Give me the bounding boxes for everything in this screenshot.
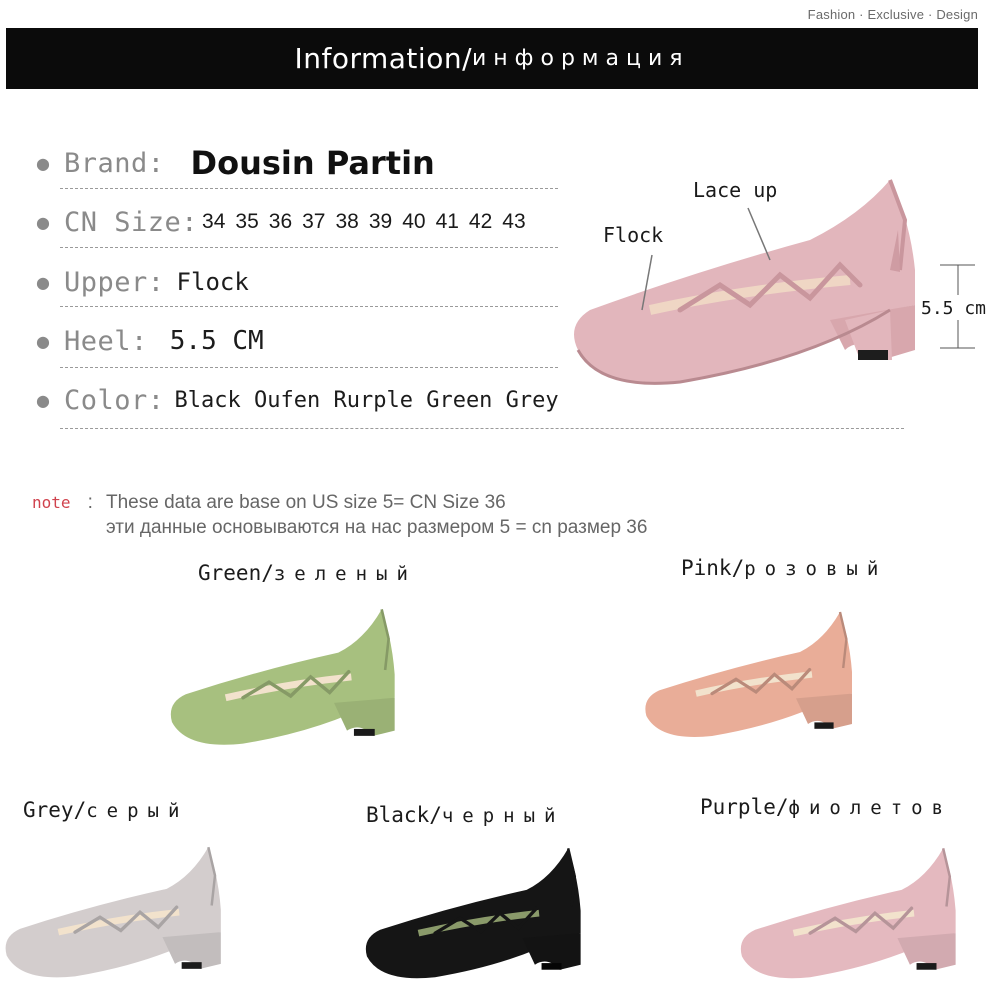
heel-label: Heel:: [64, 325, 148, 357]
size-value: 37: [302, 210, 326, 233]
note-separator: :: [87, 492, 93, 513]
variant-pink-title: Pink/розовый: [681, 556, 887, 580]
shoe-illustration: [740, 848, 956, 979]
flock-label: Flock: [603, 223, 664, 247]
shoe-illustration: [5, 846, 221, 978]
bullet-icon: ●: [36, 390, 50, 410]
black-shoe-image: [365, 848, 581, 979]
variant-grey-title: Grey/серый: [23, 798, 188, 822]
upper-value: Flock: [176, 268, 249, 296]
size-value: 42: [468, 210, 493, 233]
color-value: Black Oufen Rurple Green Grey: [174, 387, 559, 413]
bullet-icon: ●: [36, 212, 50, 232]
spec-heel-row: ● Heel: 5.5 CM: [36, 321, 264, 361]
purple-shoe-image: [740, 848, 956, 979]
green-shoe-image: [170, 609, 395, 745]
variant-title-en: Black/: [366, 803, 442, 827]
variant-title-ru: розовый: [744, 558, 888, 580]
bullet-icon: ●: [36, 153, 50, 173]
bullet-icon: ●: [36, 331, 50, 351]
size-value: 41: [435, 210, 459, 233]
shoe-diagram: [574, 179, 975, 385]
note-label: note: [32, 493, 71, 512]
grey-shoe-image: [5, 846, 221, 978]
note-line-ru: эти данные основываются на нас размером …: [106, 517, 648, 538]
heel-value: 5.5 CM: [169, 326, 264, 356]
divider: [60, 306, 558, 307]
color-label: Color:: [64, 384, 165, 416]
size-label: CN Size:: [64, 206, 199, 238]
note-block: note : These data are base on US size 5=…: [32, 492, 506, 514]
variant-title-en: Green/: [198, 561, 274, 585]
spec-brand-row: ● Brand: Dousin Partin: [36, 143, 435, 183]
brand-value: Dousin Partin: [190, 144, 435, 182]
banner-title-en: Information/: [294, 42, 472, 75]
size-value: 43: [502, 210, 526, 233]
divider: [60, 247, 558, 248]
lace-leader-line: [747, 207, 771, 261]
shoe-illustration: [645, 611, 852, 738]
info-banner: Information/ информация: [6, 28, 978, 89]
spec-size-row: ● CN Size: 34 35 36 37 38 39 40 41 42 43: [36, 202, 536, 242]
divider: [60, 188, 558, 189]
banner-title-ru: информация: [472, 46, 690, 71]
divider: [60, 428, 904, 429]
variant-title-ru: серый: [86, 800, 189, 822]
size-value: 38: [335, 210, 359, 233]
size-list: 34 35 36 37 38 39 40 41 42 43: [202, 210, 536, 234]
spec-upper-row: ● Upper: Flock: [36, 262, 249, 302]
spec-color-row: ● Color: Black Oufen Rurple Green Grey: [36, 380, 559, 420]
variant-purple-title: Purple/фиолетов: [700, 795, 952, 819]
pink-shoe-image: [645, 611, 852, 738]
heel-height-label: 5.5 cm: [921, 298, 987, 319]
variant-title-ru: фиолетов: [788, 797, 953, 819]
variant-green-title: Green/зеленый: [198, 561, 417, 585]
size-value: 35: [235, 210, 259, 233]
variant-title-en: Grey/: [23, 798, 87, 822]
size-value: 39: [368, 210, 393, 233]
size-value: 36: [268, 210, 293, 233]
tagline: Fashion · Exclusive · Design: [807, 7, 978, 22]
variant-black-title: Black/черный: [366, 803, 565, 827]
shoe-illustration: [574, 179, 915, 385]
size-value: 40: [402, 210, 426, 233]
brand-label: Brand:: [64, 147, 165, 179]
size-value: 34: [202, 210, 226, 233]
divider: [60, 367, 558, 368]
note-line-en: These data are base on US size 5= CN Siz…: [106, 492, 506, 513]
bullet-icon: ●: [36, 272, 50, 292]
lace-up-label: Lace up: [693, 178, 778, 202]
variant-title-en: Pink/: [681, 556, 745, 580]
upper-label: Upper:: [64, 266, 165, 298]
shoe-illustration: [170, 609, 395, 745]
variant-title-en: Purple/: [700, 795, 789, 819]
shoe-illustration: [365, 848, 581, 979]
variant-title-ru: черный: [441, 805, 565, 827]
variant-title-ru: зеленый: [273, 563, 417, 585]
